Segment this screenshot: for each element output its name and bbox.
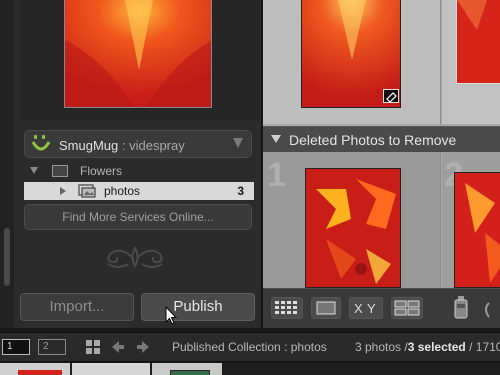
deleted-photos-label: Deleted Photos to Remove xyxy=(289,132,457,148)
grid-cell[interactable] xyxy=(442,0,500,124)
service-separator: : xyxy=(118,138,130,153)
collection-icon xyxy=(78,184,96,198)
photo-thumbnail[interactable] xyxy=(456,0,500,84)
spray-can-icon xyxy=(451,296,471,323)
filmstrip-cell[interactable] xyxy=(152,363,222,375)
disclosure-down-icon[interactable] xyxy=(30,167,38,174)
left-panel-scrollbar[interactable] xyxy=(0,0,14,328)
grid-cell[interactable]: 1 xyxy=(263,152,441,288)
collection-photos[interactable]: photos 3 xyxy=(24,182,254,200)
photo-thumbnail[interactable] xyxy=(454,172,500,288)
service-account: videspray xyxy=(129,138,185,153)
loupe-view-icon xyxy=(312,301,340,322)
back-arrow-icon[interactable] xyxy=(111,340,125,354)
grid-area: Deleted Photos to Remove 1 2 xyxy=(263,0,500,288)
chevron-down-icon[interactable] xyxy=(233,138,243,148)
total-count: / 1710 xyxy=(465,340,500,354)
disclosure-right-icon[interactable] xyxy=(60,187,66,195)
filmstrip-counts: 3 photos /3 selected / 1710 xyxy=(355,340,500,354)
preview-photo xyxy=(64,0,212,108)
smugmug-service-header[interactable]: SmugMug : videspray xyxy=(24,130,252,158)
grid-view-icon xyxy=(272,301,302,322)
survey-view-button[interactable] xyxy=(391,297,423,319)
selected-count: 3 selected xyxy=(407,340,466,354)
publish-button[interactable]: Publish xyxy=(141,293,255,321)
filmstrip-thumbnail[interactable] xyxy=(170,370,210,375)
filmstrip xyxy=(0,363,500,375)
photo-count: 3 photos / xyxy=(355,340,408,354)
badge-icon xyxy=(383,89,399,103)
library-toolbar: X Y xyxy=(263,288,500,328)
survey-view-icon xyxy=(392,300,422,322)
collection-set-label: Flowers xyxy=(80,164,123,178)
publish-services-panel: SmugMug : videspray Flowers photos 3 Fin… xyxy=(20,124,260,238)
compare-view-button[interactable]: X Y xyxy=(349,297,383,319)
collection-count: 3 xyxy=(237,184,244,198)
smugmug-logo-icon xyxy=(31,134,51,154)
import-button[interactable]: Import... xyxy=(20,293,134,321)
spray-can-button[interactable] xyxy=(451,296,471,319)
filmstrip-bar: 1 2 Published Collection : photos 3 phot… xyxy=(0,332,500,362)
ornament-icon xyxy=(100,242,170,272)
navigator-preview xyxy=(20,0,260,120)
screen-1-button[interactable]: 1 xyxy=(2,339,30,355)
grid-cell[interactable] xyxy=(263,0,441,124)
forward-arrow-icon[interactable] xyxy=(136,340,150,354)
compare-view-icon: X Y xyxy=(350,301,382,322)
filmstrip-cell[interactable] xyxy=(0,363,70,375)
filmstrip-source[interactable]: Published Collection : photos xyxy=(172,340,327,354)
loupe-view-button[interactable] xyxy=(311,297,341,319)
disclosure-down-icon[interactable] xyxy=(271,135,281,143)
grid-view-button[interactable] xyxy=(271,297,303,319)
find-more-services-button[interactable]: Find More Services Online... xyxy=(24,204,252,230)
collection-set-icon xyxy=(52,165,68,177)
toolbar-more-icon xyxy=(481,302,500,325)
screen-2-button[interactable]: 2 xyxy=(38,339,66,355)
photo-thumbnail[interactable] xyxy=(305,168,401,288)
cursor-icon xyxy=(165,305,179,326)
service-name: SmugMug xyxy=(59,138,119,153)
collection-set-flowers[interactable]: Flowers xyxy=(24,162,252,180)
left-panel: SmugMug : videspray Flowers photos 3 Fin… xyxy=(0,0,262,328)
collection-label: photos xyxy=(104,184,141,198)
grid-cell[interactable]: 2 xyxy=(442,152,500,288)
cell-index: 1 xyxy=(267,156,286,194)
filmstrip-cell[interactable] xyxy=(72,363,150,375)
svg-text:Y: Y xyxy=(367,301,376,316)
toolbar-overflow[interactable] xyxy=(481,297,500,319)
scrollbar-thumb[interactable] xyxy=(4,228,10,286)
filmstrip-thumbnail[interactable] xyxy=(18,370,62,375)
deleted-photos-header[interactable]: Deleted Photos to Remove xyxy=(263,126,500,152)
grid-small-icon[interactable] xyxy=(86,340,100,354)
svg-text:X: X xyxy=(354,301,363,316)
